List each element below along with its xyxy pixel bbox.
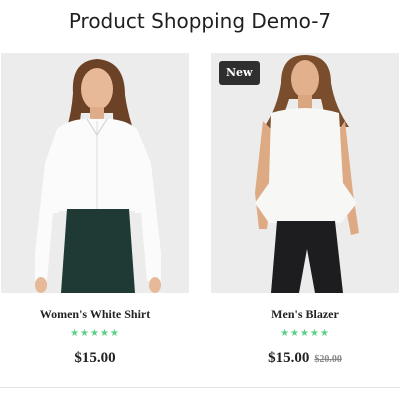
rating-stars: ★★★★★ (280, 328, 330, 339)
product-name[interactable]: Men's Blazer (211, 307, 399, 322)
price-row: $15.00 (1, 349, 189, 367)
product-card[interactable]: New Men's Blazer ★★★★★ $15.00 $20.00 (211, 53, 399, 378)
product-price: $15.00 (74, 350, 116, 366)
divider (0, 387, 400, 388)
product-photo-mens-blazer (211, 53, 399, 293)
price-row: $15.00 $20.00 (211, 349, 399, 367)
product-photo-women-white-shirt (1, 53, 189, 293)
page-title: Product Shopping Demo-7 (68, 9, 332, 33)
product-price: $15.00 (268, 350, 310, 366)
rating-stars: ★★★★★ (70, 328, 120, 339)
product-card[interactable]: Women's White Shirt ★★★★★ $15.00 (1, 53, 189, 378)
product-image[interactable]: New (211, 53, 399, 293)
product-name[interactable]: Women's White Shirt (1, 307, 189, 322)
old-price: $20.00 (314, 354, 342, 365)
new-badge: New (219, 61, 260, 85)
product-image[interactable] (1, 53, 189, 293)
